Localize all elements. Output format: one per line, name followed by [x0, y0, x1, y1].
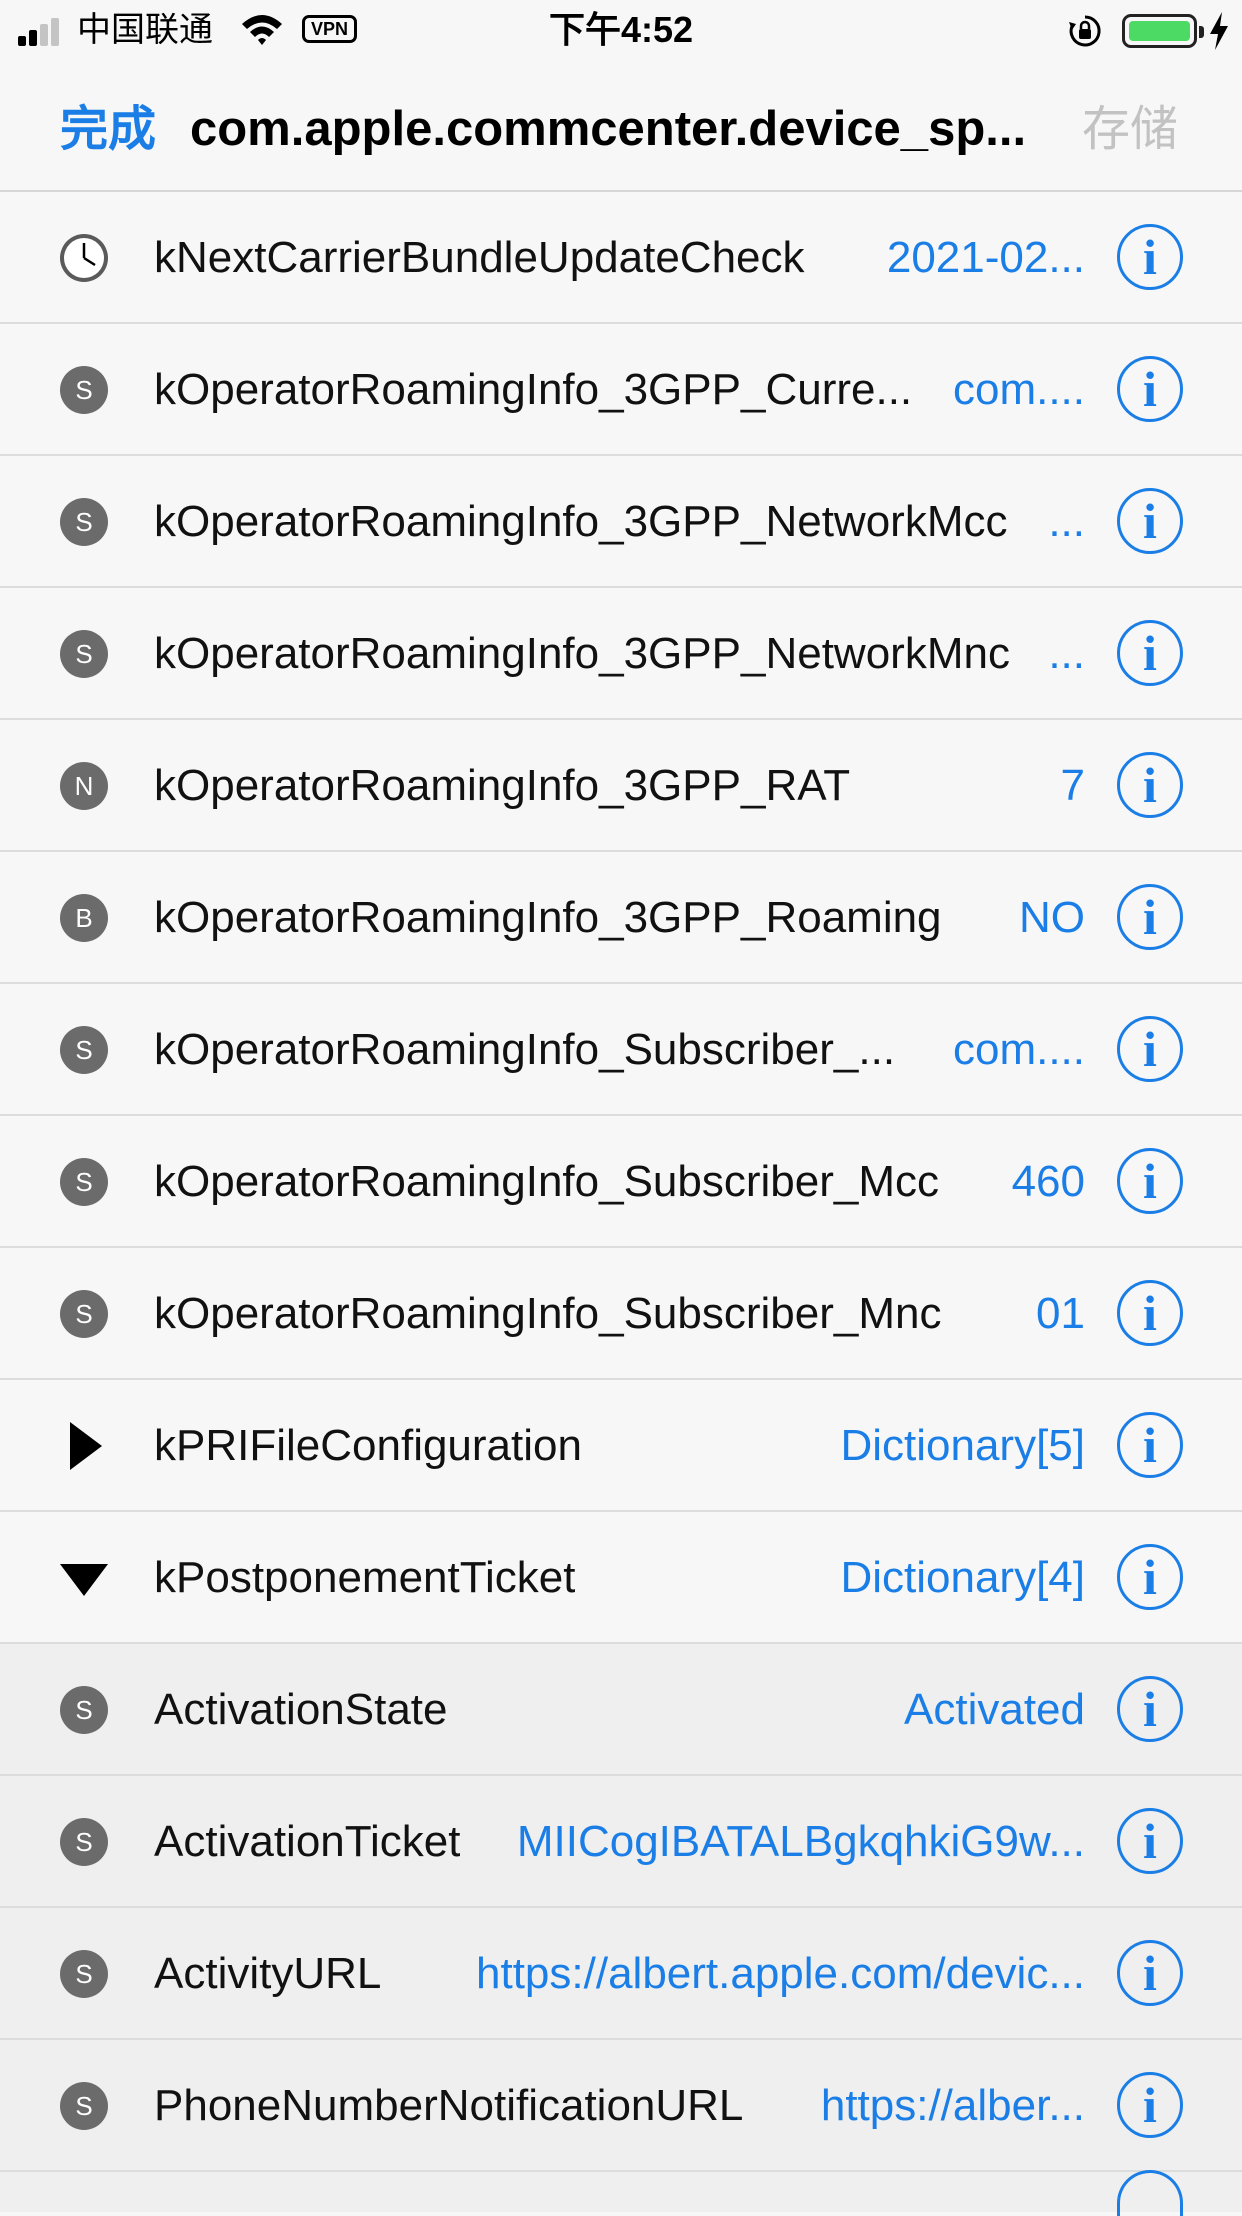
entry-value[interactable]: ...	[1048, 496, 1085, 548]
entry-value[interactable]: 7	[1061, 760, 1085, 812]
entry-value[interactable]: https://albert.apple.com/devic...	[476, 1948, 1085, 2000]
entry-key: kOperatorRoamingInfo_3GPP_NetworkMnc	[154, 629, 1010, 678]
type-badge-icon: S	[60, 1950, 108, 1998]
info-button[interactable]: i	[1117, 1280, 1183, 1346]
page-title: com.apple.commcenter.device_sp...	[190, 102, 1027, 156]
entry-value[interactable]: MIICogIBATALBgkqhkiG9w...	[517, 1816, 1085, 1868]
plist-entry-list: kNextCarrierBundleUpdateCheck 2021-02... i…	[0, 192, 1242, 2216]
entry-key: ActivationState	[154, 1685, 448, 1734]
entry-key: kOperatorRoamingInfo_3GPP_Curre...	[154, 365, 913, 414]
entry-value[interactable]: com....	[953, 364, 1085, 416]
list-row[interactable]: S ActivityURL https://albert.apple.com/dev…	[0, 1908, 1242, 2040]
entry-value[interactable]: 460	[1012, 1156, 1085, 1208]
info-button[interactable]: i	[1117, 356, 1183, 422]
list-row[interactable]: S ActivationState Activated i	[0, 1644, 1242, 1776]
type-badge-icon: S	[60, 1290, 108, 1338]
entry-key: kPostponementTicket	[154, 1553, 576, 1602]
entry-key: kOperatorRoamingInfo_Subscriber_Mcc	[154, 1157, 940, 1206]
list-row-partial	[0, 2170, 1242, 2216]
info-button[interactable]: i	[1117, 488, 1183, 554]
entry-value[interactable]: com....	[953, 1024, 1085, 1076]
entry-key: kPRIFileConfiguration	[154, 1421, 582, 1470]
entry-value[interactable]: Activated	[904, 1684, 1085, 1736]
type-badge-icon: S	[60, 498, 108, 546]
info-button[interactable]: i	[1117, 224, 1183, 290]
list-row[interactable]: SkOperatorRoamingInfo_3GPP_NetworkMcc...…	[0, 456, 1242, 588]
type-badge-icon: S	[60, 630, 108, 678]
save-button[interactable]: 存储	[1082, 102, 1178, 158]
list-row[interactable]: S ActivationTicket MIICogIBATALBgkqhkiG9w.…	[0, 1776, 1242, 1908]
type-badge-icon: S	[60, 1158, 108, 1206]
entry-value[interactable]: NO	[1019, 892, 1085, 944]
entry-key: kNextCarrierBundleUpdateCheck	[154, 233, 805, 282]
done-button[interactable]: 完成	[60, 102, 156, 158]
entry-key: kOperatorRoamingInfo_Subscriber_Mnc	[154, 1289, 942, 1338]
info-button[interactable]: i	[1117, 620, 1183, 686]
entry-key: kOperatorRoamingInfo_3GPP_RAT	[154, 761, 851, 810]
date-type-icon	[60, 234, 108, 282]
entry-value[interactable]: 01	[1036, 1288, 1085, 1340]
entry-key: ActivityURL	[154, 1949, 382, 1998]
expand-triangle-icon[interactable]	[70, 1422, 102, 1470]
status-time: 下午4:52	[548, 9, 694, 50]
status-bar: 中国联通 VPN 下午4:52	[0, 0, 1242, 62]
list-row[interactable]: kNextCarrierBundleUpdateCheck 2021-02... i	[0, 192, 1242, 324]
info-button[interactable]: i	[1117, 1016, 1183, 1082]
info-button[interactable]: i	[1117, 1940, 1183, 2006]
type-badge-icon: S	[60, 1818, 108, 1866]
list-row[interactable]: SkOperatorRoamingInfo_3GPP_Curre... com..…	[0, 324, 1242, 456]
entry-key: ActivationTicket	[154, 1817, 461, 1866]
charging-bolt-icon	[1210, 12, 1228, 50]
list-row[interactable]: kPRIFileConfiguration Dictionary[5] i	[0, 1380, 1242, 1512]
entry-key: PhoneNumberNotificationURL	[154, 2081, 744, 2130]
info-button-partial[interactable]	[1117, 2170, 1183, 2216]
type-badge-icon: B	[60, 894, 108, 942]
list-row[interactable]: BkOperatorRoamingInfo_3GPP_Roaming NO i	[0, 852, 1242, 984]
entry-value[interactable]: 2021-02...	[887, 232, 1085, 284]
entry-key: kOperatorRoamingInfo_Subscriber_...	[154, 1025, 896, 1074]
type-badge-icon: N	[60, 762, 108, 810]
entry-value[interactable]: Dictionary[5]	[840, 1420, 1085, 1472]
type-badge-icon: S	[60, 1026, 108, 1074]
entry-value[interactable]: Dictionary[4]	[840, 1552, 1085, 1604]
info-button[interactable]: i	[1117, 1148, 1183, 1214]
entry-value[interactable]: https://alber...	[821, 2080, 1085, 2132]
entry-value[interactable]: ...	[1048, 628, 1085, 680]
navigation-bar: 完成 com.apple.commcenter.device_sp... 存储	[0, 62, 1242, 192]
list-row[interactable]: SkOperatorRoamingInfo_Subscriber_Mcc 460 i	[0, 1116, 1242, 1248]
battery-icon	[1122, 14, 1204, 48]
collapse-triangle-icon[interactable]	[60, 1564, 108, 1596]
list-row[interactable]: SkOperatorRoamingInfo_Subscriber_... com.…	[0, 984, 1242, 1116]
info-button[interactable]: i	[1117, 1808, 1183, 1874]
type-badge-icon: S	[60, 1686, 108, 1734]
list-row[interactable]: kPostponementTicket Dictionary[4] i	[0, 1512, 1242, 1644]
info-button[interactable]: i	[1117, 1412, 1183, 1478]
info-button[interactable]: i	[1117, 1544, 1183, 1610]
list-row[interactable]: SkOperatorRoamingInfo_3GPP_NetworkMnc...…	[0, 588, 1242, 720]
info-button[interactable]: i	[1117, 2072, 1183, 2138]
list-row[interactable]: SkOperatorRoamingInfo_Subscriber_Mnc 01 i	[0, 1248, 1242, 1380]
list-row[interactable]: S PhoneNumberNotificationURL https://alber…	[0, 2040, 1242, 2172]
list-row[interactable]: NkOperatorRoamingInfo_3GPP_RAT 7 i	[0, 720, 1242, 852]
entry-key: kOperatorRoamingInfo_3GPP_Roaming	[154, 893, 942, 942]
type-badge-icon: S	[60, 2082, 108, 2130]
type-badge-icon: S	[60, 366, 108, 414]
entry-key: kOperatorRoamingInfo_3GPP_NetworkMcc	[154, 497, 1008, 546]
rotation-lock-icon	[1069, 15, 1101, 47]
info-button[interactable]: i	[1117, 884, 1183, 950]
info-button[interactable]: i	[1117, 752, 1183, 818]
info-button[interactable]: i	[1117, 1676, 1183, 1742]
